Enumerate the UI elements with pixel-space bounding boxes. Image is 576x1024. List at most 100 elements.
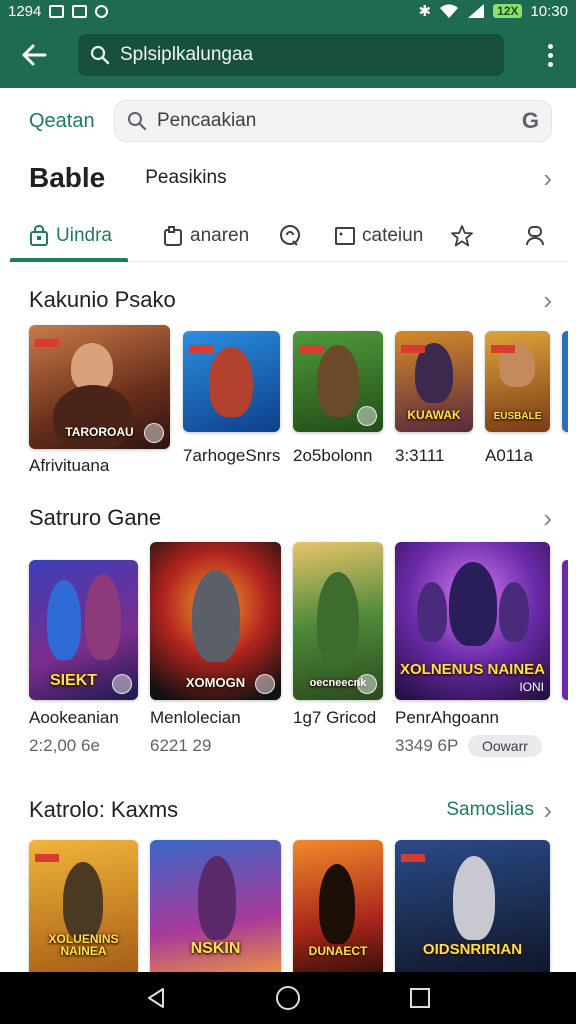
game-tile[interactable]: EUSBALE	[485, 331, 550, 432]
overflow-dot-icon	[547, 52, 553, 58]
character-art	[209, 347, 253, 417]
chevron-right-icon: ›	[543, 162, 552, 193]
game-title: 7arhogeSnrs	[183, 446, 281, 465]
search-icon	[128, 112, 147, 131]
status-time-right: 10:30	[530, 2, 568, 20]
publisher-badge	[299, 345, 323, 353]
section-title: Satruro Gane	[29, 505, 162, 530]
publisher-badge	[35, 339, 59, 347]
game-tile[interactable]: DUNAECT	[293, 840, 383, 972]
clipboard-icon	[164, 226, 182, 246]
game-tile[interactable]: XOLNENUS NAINEA IONI	[395, 542, 550, 700]
section-header[interactable]: Kakunio Psako ›	[8, 280, 568, 320]
nav-home-button[interactable]	[268, 978, 308, 1018]
tile-caption: NSKIN	[190, 940, 241, 958]
section-title: Katrolo: Kaxms	[29, 797, 179, 822]
game-tile[interactable]: SIEKT	[29, 560, 138, 700]
more-options-button[interactable]	[538, 35, 562, 75]
game-tile[interactable]: TAROROAU	[29, 325, 170, 449]
character-art	[317, 572, 359, 668]
nav-recents-button[interactable]	[400, 978, 440, 1018]
game-meta: 6221 29	[150, 736, 212, 755]
character-art	[417, 582, 447, 642]
game-title: Aookeanian	[29, 708, 119, 727]
section-header[interactable]: Satruro Gane ›	[8, 498, 568, 538]
install-icon	[357, 674, 377, 694]
tab-label: cateiun	[362, 225, 424, 246]
character-art	[71, 343, 113, 391]
game-title: A011a	[485, 446, 533, 465]
tab-anaren[interactable]: anaren	[162, 218, 249, 254]
overflow-dot-icon	[547, 43, 553, 49]
app-notification-icon	[72, 4, 88, 18]
game-title: PenrAhgoann	[395, 708, 499, 727]
section-title: Kakunio Psako	[29, 287, 176, 312]
see-more-link[interactable]: Samoslias	[446, 799, 534, 821]
game-tile[interactable]: XOLUENINS NAINEA	[29, 840, 138, 972]
person-icon	[526, 226, 544, 246]
active-tab-indicator	[10, 258, 128, 262]
install-icon	[255, 674, 275, 694]
tab-label: Uindra	[56, 225, 112, 246]
square-recents-icon	[410, 988, 430, 1008]
tab-cateiun[interactable]: cateiun	[334, 218, 423, 254]
wifi-icon	[440, 4, 459, 18]
tile-caption: OIDSNRIRIAN	[422, 941, 523, 959]
game-tile[interactable]: KUAWAK	[395, 331, 473, 432]
tile-caption: XOLUENINS NAINEA	[48, 931, 119, 959]
character-art	[317, 345, 359, 417]
game-tile[interactable]: XOMOGN	[150, 542, 281, 700]
game-title: 1g7 Gricod	[293, 708, 377, 727]
tile-caption: EUSBALE	[493, 410, 542, 422]
character-art	[453, 856, 495, 940]
status-bar: 1294 ✱ 12X 10:30	[0, 0, 576, 22]
game-tile-peek[interactable]	[562, 560, 568, 700]
section-header[interactable]: Katrolo: Kaxms Samoslias ›	[8, 790, 568, 830]
character-art	[47, 580, 81, 660]
chevron-right-icon: ›	[543, 502, 552, 533]
game-title: Menlolecian	[150, 708, 241, 727]
game-meta: 3349 6P	[395, 736, 459, 755]
game-tile[interactable]	[183, 331, 280, 432]
store-header[interactable]: Bable Peasikins ›	[8, 156, 568, 200]
chevron-right-icon: ›	[543, 794, 552, 825]
tile-caption: DUNAECT	[308, 944, 368, 959]
chevron-right-icon: ›	[543, 284, 552, 315]
publisher-badge	[401, 854, 425, 862]
notification-icon	[49, 4, 65, 18]
tab-favorites[interactable]	[450, 218, 474, 254]
game-tile-peek[interactable]	[562, 331, 568, 432]
character-art	[192, 570, 240, 662]
nav-back-button[interactable]	[136, 978, 176, 1018]
install-icon	[144, 423, 164, 443]
signal-icon	[468, 4, 485, 18]
location-icon	[95, 4, 109, 18]
tab-label: anaren	[190, 225, 250, 246]
character-art	[53, 385, 133, 449]
tab-profile[interactable]	[524, 218, 546, 254]
triangle-back-icon	[148, 988, 164, 1008]
character-art	[449, 562, 497, 646]
tab-chat[interactable]	[278, 218, 302, 254]
google-icon[interactable]: G	[522, 108, 539, 134]
game-tile[interactable]	[293, 331, 383, 432]
install-button[interactable]: Oowarr	[468, 735, 542, 757]
game-tile[interactable]: OIDSNRIRIAN	[395, 840, 550, 972]
search-placeholder: Pencaakian	[157, 110, 257, 131]
character-art	[198, 856, 236, 940]
appbar-search-field[interactable]: Splsiplkalungaa	[78, 34, 504, 76]
game-tile[interactable]: NSKIN	[150, 840, 281, 972]
bluetooth-icon: ✱	[418, 3, 432, 20]
back-button[interactable]	[14, 35, 54, 75]
search-row: Qeatan Pencaakian G	[8, 100, 568, 142]
character-art	[63, 862, 103, 940]
publisher-badge	[491, 345, 515, 353]
game-tile[interactable]: oecneecnk	[293, 542, 383, 700]
search-input[interactable]: Pencaakian G	[114, 100, 552, 142]
chat-icon	[280, 225, 300, 246]
store-subtitle: Peasikins	[145, 167, 227, 188]
tile-tag: IONI	[519, 680, 544, 694]
tab-uindra[interactable]: Uindra	[28, 218, 112, 254]
install-icon	[112, 674, 132, 694]
battery-indicator: 12X	[493, 4, 523, 18]
